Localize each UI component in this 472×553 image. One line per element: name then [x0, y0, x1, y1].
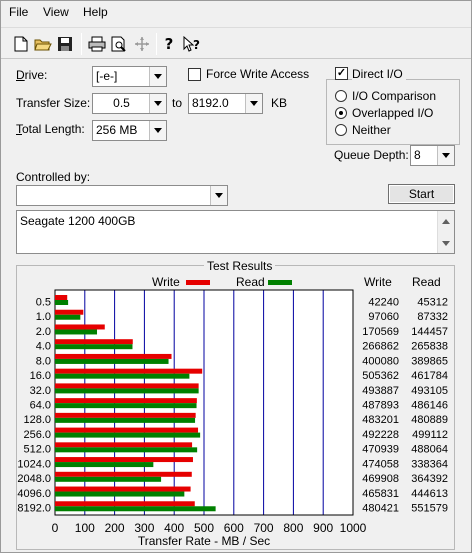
write-bar	[55, 368, 203, 374]
read-bar	[55, 358, 169, 364]
read-bar	[55, 329, 98, 335]
category-label: 8192.0	[17, 503, 51, 515]
read-bar	[55, 417, 196, 423]
write-value-label: 492228	[362, 429, 399, 441]
category-label: 32.0	[30, 385, 51, 397]
read-value-label: 461784	[411, 370, 448, 382]
write-value-label: 505362	[362, 370, 399, 382]
write-value-label: 97060	[368, 311, 399, 323]
write-value-label: 474058	[362, 458, 399, 470]
write-value-label: 400080	[362, 355, 399, 367]
write-bar	[55, 309, 84, 315]
write-value-label: 470939	[362, 444, 399, 456]
read-value-label: 364392	[411, 473, 448, 485]
write-bar	[55, 383, 199, 389]
category-label: 64.0	[30, 400, 51, 412]
x-tick-label: 0	[52, 521, 59, 535]
read-value-label: 499112	[412, 429, 448, 441]
x-tick-label: 100	[75, 521, 95, 535]
write-bar	[55, 398, 197, 404]
x-tick-label: 1000	[340, 521, 367, 535]
write-value-label: 469908	[362, 473, 399, 485]
x-axis-label: Transfer Rate - MB / Sec	[138, 534, 270, 548]
category-label: 1.0	[36, 311, 51, 323]
read-bar	[55, 314, 81, 320]
write-value-label: 487893	[362, 400, 399, 412]
app-window: File View Help ? ? Drive: [-e-] Force Wr…	[0, 0, 472, 553]
write-bar	[55, 339, 133, 345]
write-value-label: 42240	[368, 296, 399, 308]
category-label: 8.0	[36, 355, 51, 367]
read-bar	[55, 432, 201, 438]
x-tick-label: 400	[164, 521, 184, 535]
x-tick-label: 800	[283, 521, 303, 535]
write-bar	[55, 471, 192, 477]
x-tick-label: 700	[254, 521, 274, 535]
read-value-label: 45312	[417, 296, 448, 308]
read-bar	[55, 506, 216, 512]
read-value-label: 265838	[411, 341, 448, 353]
read-bar	[55, 344, 133, 350]
read-value-label: 551579	[411, 503, 448, 515]
read-value-label: 444613	[411, 488, 448, 500]
category-label: 4.0	[36, 341, 51, 353]
read-bar	[55, 300, 69, 305]
category-label: 0.5	[36, 296, 51, 308]
read-value-label: 480889	[411, 414, 448, 426]
read-bar	[55, 447, 198, 453]
write-bar	[55, 486, 191, 492]
write-value-label: 483201	[362, 414, 399, 426]
write-bar	[55, 295, 68, 300]
x-tick-label: 900	[313, 521, 333, 535]
category-label: 256.0	[23, 429, 51, 441]
write-value-label: 266862	[362, 341, 399, 353]
write-value-label: 480421	[362, 503, 399, 515]
category-label: 128.0	[23, 414, 51, 426]
read-value-label: 144457	[411, 326, 448, 338]
read-bar	[55, 462, 154, 468]
write-bar	[55, 353, 172, 359]
read-value-label: 389865	[411, 355, 448, 367]
read-bar	[55, 373, 190, 379]
x-tick-label: 200	[105, 521, 125, 535]
read-bar	[55, 388, 199, 394]
category-label: 2048.0	[17, 473, 51, 485]
category-label: 1024.0	[17, 458, 51, 470]
write-value-label: 170569	[362, 326, 399, 338]
write-bar	[55, 457, 193, 463]
write-bar	[55, 427, 199, 433]
read-bar	[55, 491, 185, 497]
write-bar	[55, 442, 193, 448]
read-value-label: 87332	[417, 311, 448, 323]
category-label: 2.0	[36, 326, 51, 338]
x-tick-label: 300	[134, 521, 154, 535]
write-value-label: 493887	[362, 385, 399, 397]
write-bar	[55, 324, 105, 330]
read-value-label: 486146	[411, 400, 448, 412]
read-value-label: 493105	[411, 385, 448, 397]
category-label: 512.0	[23, 444, 51, 456]
read-value-label: 338364	[411, 458, 448, 470]
write-bar	[55, 412, 196, 418]
x-tick-label: 500	[194, 521, 214, 535]
read-value-label: 488064	[411, 444, 448, 456]
read-bar	[55, 403, 197, 409]
category-label: 16.0	[30, 370, 51, 382]
read-bar	[55, 476, 162, 482]
x-tick-label: 600	[224, 521, 244, 535]
chart-svg: 0 100 200 300 400 500 600 700 800 900 1000 Transfer…	[17, 289, 448, 548]
category-label: 4096.0	[17, 488, 51, 500]
write-bar	[55, 501, 195, 507]
write-value-label: 465831	[362, 488, 399, 500]
